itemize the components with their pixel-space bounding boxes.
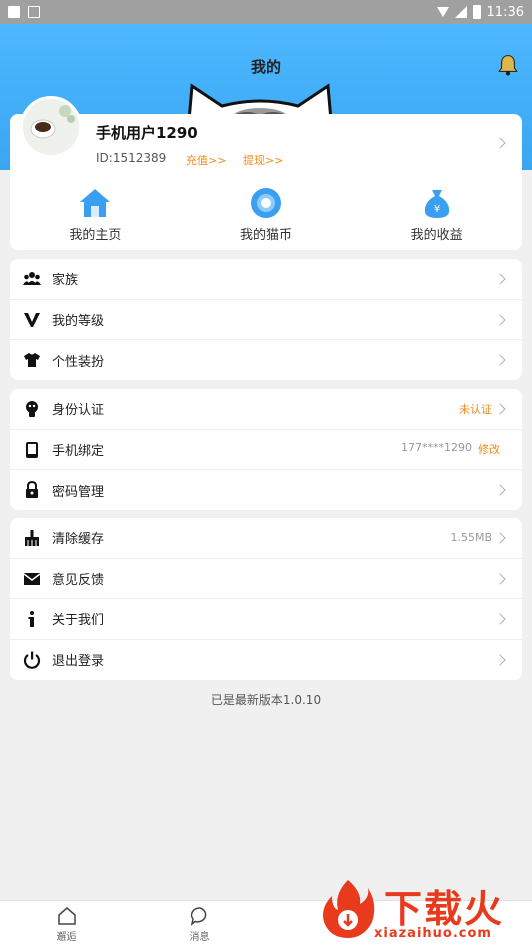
mail-icon xyxy=(23,572,41,585)
chevron-right-icon xyxy=(494,354,506,366)
modify-phone-button[interactable]: 修改 xyxy=(478,441,500,457)
recharge-link[interactable]: 充值>> xyxy=(186,152,226,168)
menu-item-label: 密码管理 xyxy=(52,484,105,500)
menu-item-label: 个性装扮 xyxy=(52,354,105,370)
info-icon xyxy=(28,611,34,627)
cache-size-value: 1.55MB xyxy=(450,531,492,545)
status-time: 11:36 xyxy=(486,4,524,20)
profile-card: 手机用户1290 ID:1512389 充值>> 提现>> 我的主页 我的猫币 … xyxy=(10,96,522,250)
menu-item-label: 关于我们 xyxy=(52,613,105,629)
quick-link-earnings[interactable]: ¥ 我的收益 xyxy=(351,186,522,243)
people-icon xyxy=(23,272,41,285)
watermark-url: xiazaihuo.com xyxy=(374,926,492,941)
quick-link-coins[interactable]: 我的猫币 xyxy=(181,186,352,243)
chevron-right-icon xyxy=(494,403,506,415)
menu-item-phone-binding[interactable]: 手机绑定 177****1290 修改 xyxy=(10,430,522,470)
home-outline-icon xyxy=(57,907,76,925)
menu-item-identity[interactable]: 身份认证 未认证 xyxy=(10,389,522,430)
battery-icon xyxy=(472,5,481,19)
quick-link-label: 我的猫币 xyxy=(240,228,293,243)
chevron-right-icon xyxy=(494,613,506,625)
chevron-right-icon xyxy=(494,532,506,544)
menu-item-about[interactable]: 关于我们 xyxy=(10,599,522,640)
quick-link-label: 我的主页 xyxy=(69,228,122,243)
phone-icon xyxy=(26,441,38,458)
nav-tab-encounter[interactable]: 邂逅 xyxy=(0,901,133,946)
home-icon xyxy=(80,189,111,217)
cache-size: 1.55MB xyxy=(450,531,492,544)
chevron-right-icon xyxy=(494,572,506,585)
wifi-icon xyxy=(436,7,449,17)
svg-text:¥: ¥ xyxy=(433,204,439,215)
menu-item-label: 意见反馈 xyxy=(52,572,105,588)
watermark-text: 下载火 xyxy=(384,887,505,931)
power-icon xyxy=(23,651,41,669)
menu-item-feedback[interactable]: 意见反馈 xyxy=(10,559,522,599)
menu-group-social: 家族 我的等级 个性装扮 xyxy=(10,259,522,380)
broom-icon xyxy=(25,530,39,546)
chevron-right-icon xyxy=(494,484,506,496)
chevron-right-icon xyxy=(494,273,506,285)
coin-icon xyxy=(251,188,281,218)
menu-item-logout[interactable]: 退出登录 xyxy=(10,640,522,681)
chevron-right-icon[interactable] xyxy=(494,137,506,149)
version-text: 已是最新版本1.0.10 xyxy=(210,693,322,707)
money-bag-icon: ¥ xyxy=(424,190,449,218)
nav-tab-label: 消息 xyxy=(189,932,210,943)
nav-tab-messages[interactable]: 消息 xyxy=(133,901,266,946)
identity-status-value: 未认证 xyxy=(459,402,492,416)
chevron-right-icon xyxy=(494,653,506,666)
avatar[interactable] xyxy=(20,96,82,158)
menu-item-clear-cache[interactable]: 清除缓存 1.55MB xyxy=(10,518,522,559)
signal-icon xyxy=(454,6,467,18)
menu-item-level[interactable]: 我的等级 xyxy=(10,300,522,340)
phone-binding-info: 177****1290 修改 xyxy=(401,441,500,457)
id-icon xyxy=(26,401,38,417)
menu-item-label: 家族 xyxy=(52,273,79,289)
menu-group-system: 清除缓存 1.55MB 意见反馈 关于我们 退出登录 xyxy=(10,518,522,680)
lock-icon xyxy=(26,481,38,498)
flame-logo-icon xyxy=(323,880,375,938)
quick-links: 我的主页 我的猫币 ¥ 我的收益 xyxy=(10,186,522,243)
notification-icon-2 xyxy=(28,6,40,18)
quick-link-homepage[interactable]: 我的主页 xyxy=(10,186,181,243)
chevron-right-icon xyxy=(494,313,506,326)
nav-tab-label: 邂逅 xyxy=(56,932,77,943)
identity-status: 未认证 xyxy=(459,401,492,417)
menu-item-label: 我的等级 xyxy=(52,313,105,329)
chat-icon xyxy=(190,907,206,926)
user-id: ID:1512389 xyxy=(96,151,167,165)
bound-phone-number: 177****1290 xyxy=(401,441,472,455)
menu-group-account: 身份认证 未认证 手机绑定 177****1290 修改 密码管理 xyxy=(10,389,522,510)
notification-icon xyxy=(8,6,20,18)
quick-link-label: 我的收益 xyxy=(410,228,463,243)
menu-item-password[interactable]: 密码管理 xyxy=(10,470,522,511)
level-v-icon xyxy=(24,312,40,327)
bell-icon[interactable] xyxy=(498,54,518,76)
menu-item-label: 身份认证 xyxy=(52,403,105,419)
username: 手机用户1290 xyxy=(96,124,198,142)
menu-item-family[interactable]: 家族 xyxy=(10,259,522,300)
withdraw-link[interactable]: 提现>> xyxy=(243,152,283,168)
menu-item-label: 退出登录 xyxy=(52,654,105,670)
menu-item-label: 手机绑定 xyxy=(52,443,105,459)
status-bar: 11:36 xyxy=(0,0,532,24)
tshirt-icon xyxy=(24,353,40,367)
menu-item-dress-up[interactable]: 个性装扮 xyxy=(10,340,522,381)
watermark: 下载火 xiazaihuo.com xyxy=(314,878,530,944)
menu-item-label: 清除缓存 xyxy=(52,532,105,548)
